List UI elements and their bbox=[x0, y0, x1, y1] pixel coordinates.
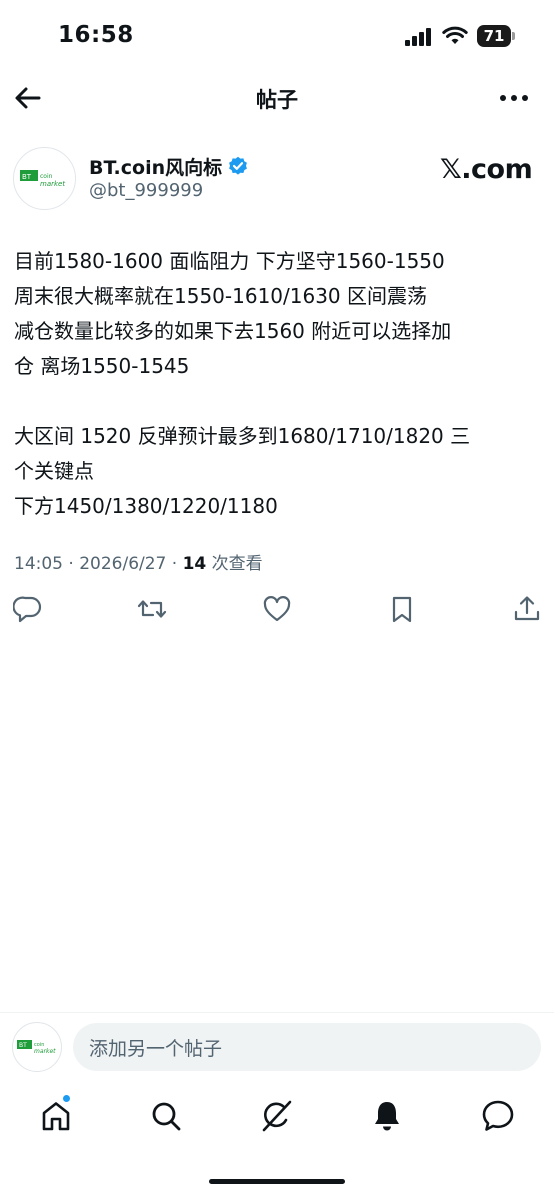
post-blank-line bbox=[14, 384, 542, 419]
page-title: 帖子 bbox=[256, 88, 298, 112]
svg-text:BT: BT bbox=[22, 173, 32, 181]
post-line: 大区间 1520 反弹预计最多到1680/1710/1820 三 bbox=[14, 424, 471, 448]
author-display-name[interactable]: BT.coin风向标 bbox=[89, 153, 222, 180]
search-icon[interactable] bbox=[148, 1098, 184, 1134]
svg-text:coin: coin bbox=[40, 173, 53, 180]
composer-avatar-market-text: market bbox=[34, 1048, 56, 1055]
like-icon[interactable] bbox=[262, 594, 292, 624]
bookmark-icon[interactable] bbox=[387, 594, 417, 624]
status-time: 16:58 bbox=[58, 22, 134, 48]
post-line: 减仓数量比较多的如果下去1560 附近可以选择加 bbox=[14, 319, 452, 343]
grok-icon[interactable] bbox=[259, 1098, 295, 1134]
composer-divider bbox=[0, 1012, 554, 1013]
home-indicator bbox=[209, 1179, 345, 1184]
post-line: 目前1580-1600 面临阻力 下方坚守1560-1550 bbox=[14, 249, 445, 273]
verified-badge-icon bbox=[229, 156, 248, 175]
repost-icon[interactable] bbox=[137, 594, 167, 624]
post-line: 仓 离场1550-1545 bbox=[14, 354, 190, 378]
author-avatar-logo: BT coin market bbox=[20, 170, 65, 188]
avatar-market-text: market bbox=[40, 180, 65, 188]
post-line: 周末很大概率就在1550-1610/1630 区间震荡 bbox=[14, 284, 428, 308]
messages-icon[interactable] bbox=[480, 1098, 516, 1134]
reply-icon[interactable] bbox=[13, 594, 43, 624]
author-name-row[interactable]: BT.coin风向标 bbox=[89, 152, 248, 180]
author-avatar[interactable]: BT coin market bbox=[13, 147, 76, 210]
share-icon[interactable] bbox=[512, 594, 542, 624]
post-actions bbox=[0, 594, 554, 628]
composer-avatar: BT coin market bbox=[12, 1022, 62, 1072]
composer-avatar-logo: BT coin market bbox=[17, 1040, 56, 1055]
post-header: 帖子 bbox=[0, 72, 554, 124]
author-handle[interactable]: @bt_999999 bbox=[89, 180, 203, 201]
wifi-icon bbox=[442, 26, 468, 44]
status-bar: 16:58 71 bbox=[0, 0, 554, 70]
bottom-tab-bar bbox=[0, 1090, 554, 1146]
post-text: 目前1580-1600 面临阻力 下方坚守1560-1550 周末很大概率就在1… bbox=[14, 244, 542, 524]
battery-level: 71 bbox=[477, 25, 511, 47]
view-count[interactable]: 14 bbox=[183, 554, 207, 574]
source-label: 𝕏.com bbox=[440, 154, 533, 185]
notifications-icon[interactable] bbox=[369, 1098, 405, 1134]
post-line: 下方1450/1380/1220/1180 bbox=[14, 494, 278, 518]
view-count-label: 次查看 bbox=[206, 554, 263, 574]
more-options-icon[interactable] bbox=[496, 84, 532, 112]
battery-tip bbox=[512, 32, 515, 40]
post-meta: 14:05 · 2026/6/27 · 14 次查看 bbox=[14, 549, 263, 574]
svg-text:BT: BT bbox=[19, 1042, 27, 1049]
add-post-placeholder: 添加另一个帖子 bbox=[89, 1037, 223, 1060]
home-notification-dot bbox=[62, 1094, 71, 1103]
post-line: 个关键点 bbox=[14, 459, 94, 483]
cellular-signal-icon bbox=[405, 28, 431, 46]
battery-indicator: 71 bbox=[477, 25, 515, 47]
home-icon[interactable] bbox=[38, 1098, 74, 1134]
add-post-input[interactable]: 添加另一个帖子 bbox=[73, 1023, 541, 1071]
post-timestamp: 14:05 · 2026/6/27 · bbox=[14, 554, 183, 574]
